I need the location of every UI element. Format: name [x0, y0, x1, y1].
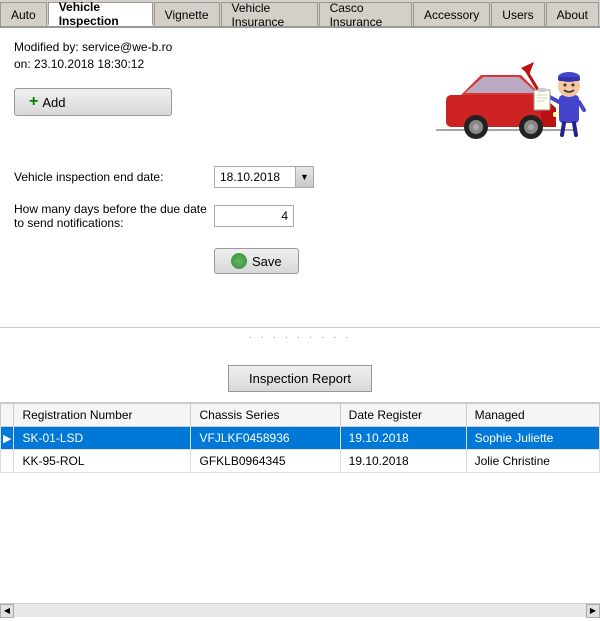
cell-reg_number: SK-01-LSD [14, 427, 191, 450]
data-table: Registration Number Chassis Series Date … [0, 403, 600, 473]
add-button-label: Add [42, 95, 65, 110]
table-section: Registration Number Chassis Series Date … [0, 403, 600, 621]
date-input-wrapper: ▼ [214, 166, 314, 188]
tab-vignette[interactable]: Vignette [154, 2, 220, 26]
info-section: Modified by: service@we-b.ro on: 23.10.2… [14, 40, 172, 74]
add-button[interactable]: + Add [14, 88, 172, 116]
on-label: on: [14, 57, 31, 71]
tab-users[interactable]: Users [491, 2, 544, 26]
cell-chassis: GFKLB0964345 [191, 450, 340, 473]
col-chassis: Chassis Series [191, 404, 340, 427]
cell-date_register: 19.10.2018 [340, 427, 466, 450]
save-button[interactable]: Save [214, 248, 299, 274]
end-date-row: Vehicle inspection end date: ▼ [14, 166, 586, 188]
tab-vehicle-insurance[interactable]: Vehicle Insurance [221, 2, 318, 26]
modified-by-value: service@we-b.ro [82, 40, 172, 54]
table-row[interactable]: KK-95-ROLGFKLB096434519.10.2018Jolie Chr… [1, 450, 600, 473]
save-button-label: Save [252, 254, 282, 269]
cell-indicator [1, 450, 14, 473]
separator: · · · · · · · · · [0, 328, 600, 347]
cell-chassis: VFJLKF0458936 [191, 427, 340, 450]
tab-bar: AutoVehicle InspectionVignetteVehicle In… [0, 0, 600, 28]
days-row: How many days before the due date to sen… [14, 202, 586, 230]
illustration [426, 40, 586, 150]
col-managed: Managed [466, 404, 599, 427]
table-header: Registration Number Chassis Series Date … [1, 404, 600, 427]
date-dropdown-button[interactable]: ▼ [295, 167, 313, 187]
cell-date_register: 19.10.2018 [340, 450, 466, 473]
modified-by-line: Modified by: service@we-b.ro [14, 40, 172, 54]
on-line: on: 23.10.2018 18:30:12 [14, 57, 172, 71]
days-label: How many days before the due date to sen… [14, 202, 214, 230]
hscroll-left-button[interactable]: ◀ [0, 604, 14, 618]
cell-indicator: ▶ [1, 427, 14, 450]
hscroll-track [14, 604, 586, 617]
header-row: Registration Number Chassis Series Date … [1, 404, 600, 427]
car-illustration-svg [426, 40, 586, 150]
inspection-report-button[interactable]: Inspection Report [228, 365, 372, 392]
cell-managed: Jolie Christine [466, 450, 599, 473]
table-row[interactable]: ▶SK-01-LSDVFJLKF045893619.10.2018Sophie … [1, 427, 600, 450]
main-content: Modified by: service@we-b.ro on: 23.10.2… [0, 28, 600, 328]
report-section: Inspection Report [0, 347, 600, 403]
on-value: 23.10.2018 18:30:12 [34, 57, 144, 71]
col-reg-number: Registration Number [14, 404, 191, 427]
cell-managed: Sophie Juliette [466, 427, 599, 450]
end-date-label: Vehicle inspection end date: [14, 170, 214, 184]
col-indicator [1, 404, 14, 427]
days-input[interactable] [214, 205, 294, 227]
add-plus-icon: + [29, 93, 38, 111]
tab-vehicle-inspection[interactable]: Vehicle Inspection [48, 2, 153, 26]
top-row: Modified by: service@we-b.ro on: 23.10.2… [14, 40, 586, 150]
modified-by-label: Modified by: [14, 40, 79, 54]
save-icon [231, 253, 247, 269]
cell-reg_number: KK-95-ROL [14, 450, 191, 473]
hscroll-right-button[interactable]: ▶ [586, 604, 600, 618]
table-body: ▶SK-01-LSDVFJLKF045893619.10.2018Sophie … [1, 427, 600, 473]
info-add: Modified by: service@we-b.ro on: 23.10.2… [14, 40, 172, 116]
table-wrapper[interactable]: Registration Number Chassis Series Date … [0, 403, 600, 603]
tab-about[interactable]: About [546, 2, 599, 26]
horizontal-scrollbar[interactable]: ◀ ▶ [0, 603, 600, 617]
col-date-register: Date Register [340, 404, 466, 427]
tab-accessory[interactable]: Accessory [413, 2, 490, 26]
inspection-report-label: Inspection Report [249, 371, 351, 386]
tab-casco-insurance[interactable]: Casco Insurance [319, 2, 412, 26]
end-date-input[interactable] [215, 168, 295, 186]
tab-auto[interactable]: Auto [0, 2, 47, 26]
